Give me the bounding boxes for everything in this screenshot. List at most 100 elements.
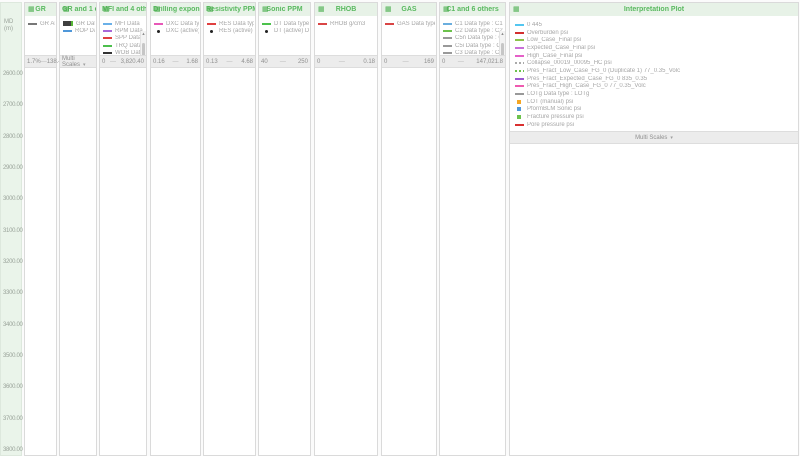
track-grid-icon: ▦ — [385, 6, 392, 13]
legend-label: Low_Case_Final psi — [527, 37, 582, 44]
track-header-gr[interactable]: ▦ GR — [25, 3, 56, 16]
track-gr1c: ▦GR and 1 cGR DataROP DaMulti Scales▾ — [59, 2, 97, 456]
scale-min-value: 0 — [317, 58, 321, 65]
track-title-interp: Interpretation Plot — [623, 6, 685, 13]
legend-item: GR API — [28, 20, 55, 27]
track-header-gr1c[interactable]: ▦ GR and 1 c — [60, 3, 96, 16]
legend-label: DXC Data typ — [166, 20, 199, 27]
legend-item: TRQ Data — [103, 42, 145, 49]
depth-axis-title: MD (m) — [4, 19, 13, 33]
ui-layer: MD (m) 2600.00 2700.00 2800.00 2900.00 3000.00… — [0, 0, 800, 456]
scale-dash: — — [109, 58, 116, 65]
line-marker-icon — [515, 93, 524, 96]
legend-item: GAS Data type : C — [385, 20, 435, 27]
track-title-c1: C1 and 6 others — [446, 6, 499, 13]
track-interp: ▦ Interpretation Plot 0 445 Overburden psi L… — [509, 2, 799, 456]
line-marker-icon — [515, 123, 524, 126]
scale-dash: — — [338, 58, 345, 65]
legend-item: C5i Data type : C — [443, 42, 504, 49]
track-header-res[interactable]: ▦ Resistivity PPM — [204, 3, 255, 16]
legend-item: Fracture pressure psi — [515, 113, 797, 121]
legend-scrollbar[interactable]: ▲▼ — [140, 31, 146, 57]
legend-item: ROP Da — [63, 27, 95, 34]
legend-label: ROP Da — [75, 28, 95, 35]
dot-marker-icon — [157, 29, 160, 33]
track-dt: ▦Sonic PPM DT Data type : DDT (active) Da… — [258, 2, 311, 456]
track-header-dt[interactable]: ▦ Sonic PPM — [259, 3, 310, 16]
legend-label: RES Data typ — [219, 20, 254, 27]
legend-label: C5i Data type : C — [455, 42, 501, 49]
depth-label: 2800.00 — [3, 133, 23, 140]
legend-item: Pres_Fract_High_Case_FG_0 77_0.35_Volc — [515, 83, 797, 91]
legend-label: Expected_Case_Final psi — [527, 44, 596, 51]
scale-max-value: 4.68 — [241, 58, 253, 65]
dot-marker-icon — [210, 29, 213, 33]
depth-unit-line1: MD — [4, 19, 14, 25]
track-legend-res: RES Data typRES (active) D — [204, 16, 255, 57]
scale-max-value: 250 — [297, 58, 308, 65]
track-legend-mfi: MFI Data RPM Data SPP Data TRQ Data WOB Data… — [100, 16, 146, 57]
track-header-interp[interactable]: ▦ Interpretation Plot — [510, 3, 798, 16]
filled-curve-marker-icon — [63, 21, 73, 27]
track-header-gas[interactable]: ▦ GAS — [382, 3, 436, 16]
legend-label: DT Data type : D — [274, 20, 309, 27]
track-header-rhob[interactable]: ▦ RHOB — [315, 3, 377, 16]
legend-label: C5n Data type : C — [455, 35, 503, 42]
track-grid-icon: ▦ — [262, 6, 269, 13]
line-marker-icon — [207, 22, 216, 25]
legend-item: Overburden psi — [515, 29, 797, 37]
track-res: ▦ Resistivity PPM RES Data typ RES (active)… — [203, 2, 256, 456]
depth-unit-line2: (m) — [4, 26, 13, 32]
line-marker-icon — [103, 22, 112, 25]
track-legend-dxc: DXC Data typDXC (active) D — [151, 16, 200, 57]
depth-label: 2600.00 — [3, 71, 23, 77]
scale-row-dxc: 0.16 — 1.68 — [151, 55, 200, 68]
track-legend-rhob: RHOB g/cm3 — [315, 16, 377, 57]
legend-label: Collapse_00019_00095_HC psi — [527, 60, 612, 67]
multi-scales-dropdown[interactable]: Multi Scales ▾ — [62, 56, 94, 68]
line-marker-icon — [443, 22, 452, 25]
depth-label: 3700.00 — [3, 415, 23, 422]
track-header-c1[interactable]: ▦ C1 and 6 others — [440, 3, 505, 16]
legend-label: DT (active) Data — [274, 28, 309, 35]
scroll-up-icon[interactable]: ▲ — [501, 31, 505, 36]
legend-item: PformBLM Sonic psi — [515, 106, 797, 114]
legend-label: 0 445 — [527, 21, 543, 28]
line-marker-icon — [443, 44, 452, 47]
legend-item: Pres_Fract_Expected_Case_FG_0 835_0.35 — [515, 75, 797, 83]
legend-item: RES (active) D — [207, 27, 254, 34]
track-legend-c1: C1 Data type : C1 C2 Data type : C2 C5n Da… — [440, 16, 505, 57]
multi-scales-dropdown[interactable]: Multi Scales ▾ — [635, 135, 673, 141]
dashed-line-marker-icon — [515, 69, 524, 72]
legend-item: MFI Data — [103, 20, 145, 27]
legend-label: PformBLM Sonic psi — [527, 106, 582, 113]
scale-row-c1: 0 — 147,021.8 — [440, 55, 505, 68]
scale-dash: — — [457, 58, 464, 65]
square-marker-icon — [517, 115, 521, 120]
track-title-gr: GR — [35, 6, 46, 13]
track-grid-icon: ▦ — [103, 6, 110, 13]
track-gas: ▦ GAS GAS Data type : C 0 — 169 — [381, 2, 437, 456]
line-marker-icon — [515, 54, 524, 57]
well-log-viewer: MD (m) 2600.00 2700.00 2800.00 2900.00 3000.00… — [0, 0, 800, 456]
track-grid-icon: ▦ — [63, 6, 70, 13]
scroll-up-icon[interactable]: ▲ — [142, 31, 146, 36]
legend-item: DXC (active) D — [154, 27, 199, 34]
depth-label: 3200.00 — [3, 258, 23, 265]
legend-item: C1 Data type : C1 — [443, 20, 504, 27]
legend-item: RES Data typ — [207, 20, 254, 27]
scale-min-value: 40 — [261, 58, 268, 65]
legend-item: LOT (manual) psi — [515, 98, 797, 106]
dropdown-label: Multi Scales — [635, 134, 668, 141]
track-header-mfi[interactable]: ▦MFI and 4 other — [100, 3, 146, 16]
legend-scrollbar[interactable]: ▲▼ — [499, 31, 505, 57]
depth-label: 3300.00 — [3, 290, 23, 297]
legend-item: Low_Case_Final psi — [515, 36, 797, 44]
track-legend-gas: GAS Data type : C — [382, 16, 436, 57]
chevron-down-icon: ▾ — [83, 61, 86, 68]
legend-label: Fracture pressure psi — [527, 114, 584, 121]
line-marker-icon — [103, 44, 112, 47]
legend-item: Pres_Fract_Low_Case_FG_0 (Duplicate 1) 7… — [515, 67, 797, 75]
depth-label: 2900.00 — [3, 164, 23, 171]
track-header-dxc[interactable]: ▦Drilling exponen — [151, 3, 200, 16]
